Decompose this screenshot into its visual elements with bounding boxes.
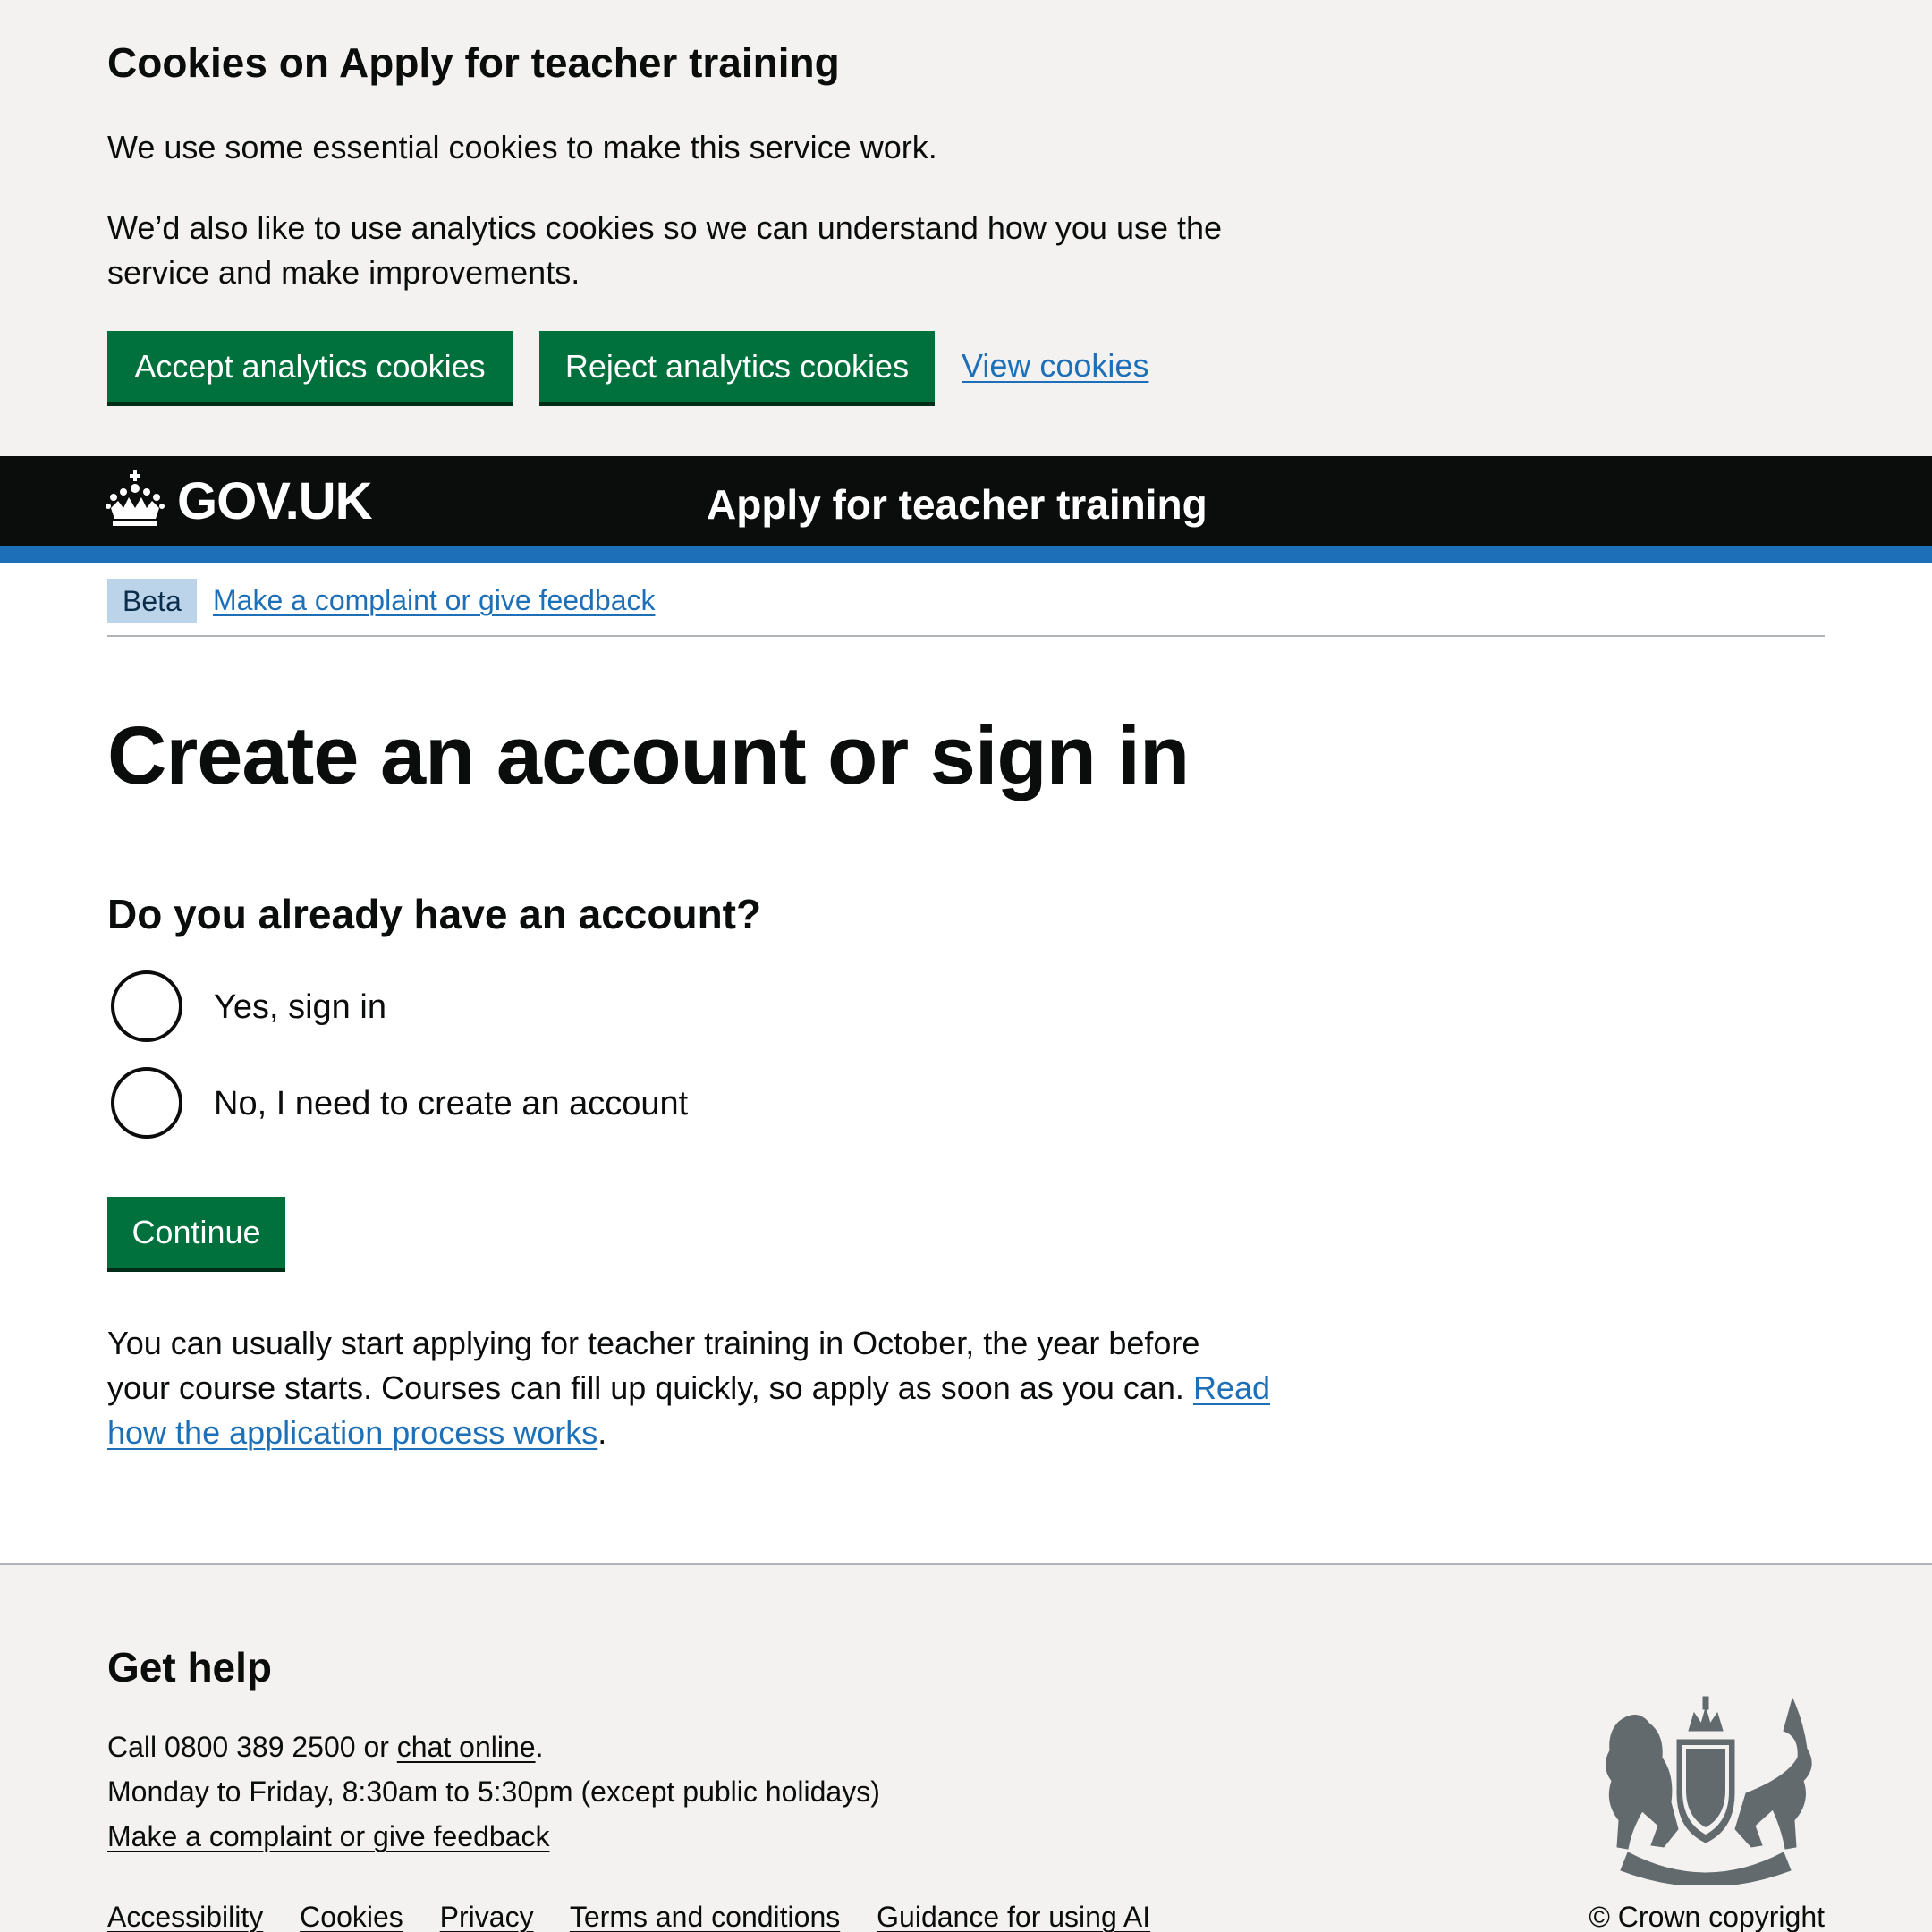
footer-complaint-link[interactable]: Make a complaint or give feedback bbox=[107, 1820, 549, 1852]
account-question: Do you already have an account? bbox=[107, 891, 762, 937]
get-help-title: Get help bbox=[107, 1644, 273, 1690]
call-suffix: . bbox=[535, 1731, 544, 1763]
footer-links: Accessibility Cookies Privacy Terms and … bbox=[107, 1896, 1179, 1932]
help-complaint-line: Make a complaint or give feedback bbox=[107, 1816, 549, 1857]
radio-button-no[interactable] bbox=[111, 1067, 182, 1139]
phase-banner: Beta Make a complaint or give feedback bbox=[107, 564, 1825, 637]
govuk-logo[interactable]: GOV.UK bbox=[177, 470, 372, 533]
view-cookies-link[interactable]: View cookies bbox=[962, 343, 1148, 388]
radio-yes-sign-in[interactable]: Yes, sign in bbox=[107, 967, 912, 1047]
radio-label-no[interactable]: No, I need to create an account bbox=[214, 1081, 688, 1126]
cookie-banner-analytics-text: We’d also like to use analytics cookies … bbox=[107, 209, 1223, 291]
radio-button-yes[interactable] bbox=[111, 970, 182, 1042]
reject-analytics-cookies-button[interactable]: Reject analytics cookies bbox=[539, 331, 935, 402]
footer-link-cookies[interactable]: Cookies bbox=[300, 1901, 403, 1932]
application-info-body: You can usually start applying for teach… bbox=[107, 1325, 1200, 1406]
help-phone-line: Call 0800 389 2500 or chat online. bbox=[107, 1726, 543, 1767]
application-info-text: You can usually start applying for teach… bbox=[107, 1321, 1270, 1455]
cookie-banner: Cookies on Apply for teacher training We… bbox=[0, 0, 1932, 456]
footer-link-privacy[interactable]: Privacy bbox=[440, 1901, 534, 1932]
help-hours: Monday to Friday, 8:30am to 5:30pm (exce… bbox=[107, 1775, 880, 1808]
accept-analytics-cookies-button[interactable]: Accept analytics cookies bbox=[107, 331, 513, 402]
crown-copyright[interactable]: © Crown copyright bbox=[1589, 1896, 1825, 1932]
feedback-link[interactable]: Make a complaint or give feedback bbox=[213, 580, 655, 621]
crown-icon[interactable] bbox=[106, 469, 165, 528]
govuk-header: GOV.UK Apply for teacher training bbox=[0, 456, 1932, 546]
header-blue-bar bbox=[0, 546, 1932, 564]
info-suffix: . bbox=[597, 1414, 607, 1451]
chat-online-link[interactable]: chat online bbox=[397, 1731, 536, 1763]
footer: Get help Call 0800 389 2500 or chat onli… bbox=[0, 1563, 1932, 1932]
continue-button[interactable]: Continue bbox=[107, 1197, 285, 1268]
call-text: Call 0800 389 2500 or bbox=[107, 1731, 397, 1763]
cookie-banner-title: Cookies on Apply for teacher training bbox=[107, 39, 840, 86]
radio-label-yes[interactable]: Yes, sign in bbox=[214, 985, 386, 1030]
beta-tag: Beta bbox=[107, 579, 197, 623]
footer-link-accessibility[interactable]: Accessibility bbox=[107, 1901, 263, 1932]
footer-link-terms[interactable]: Terms and conditions bbox=[570, 1901, 840, 1932]
radio-no-create-account[interactable]: No, I need to create an account bbox=[107, 1063, 912, 1144]
cookie-banner-text: We use some essential cookies to make th… bbox=[107, 129, 937, 165]
page-title: Create an account or sign in bbox=[107, 710, 1190, 801]
service-name[interactable]: Apply for teacher training bbox=[707, 478, 1208, 531]
royal-coat-of-arms-icon bbox=[1606, 1696, 1812, 1885]
footer-link-ai-guidance[interactable]: Guidance for using AI bbox=[877, 1901, 1150, 1932]
